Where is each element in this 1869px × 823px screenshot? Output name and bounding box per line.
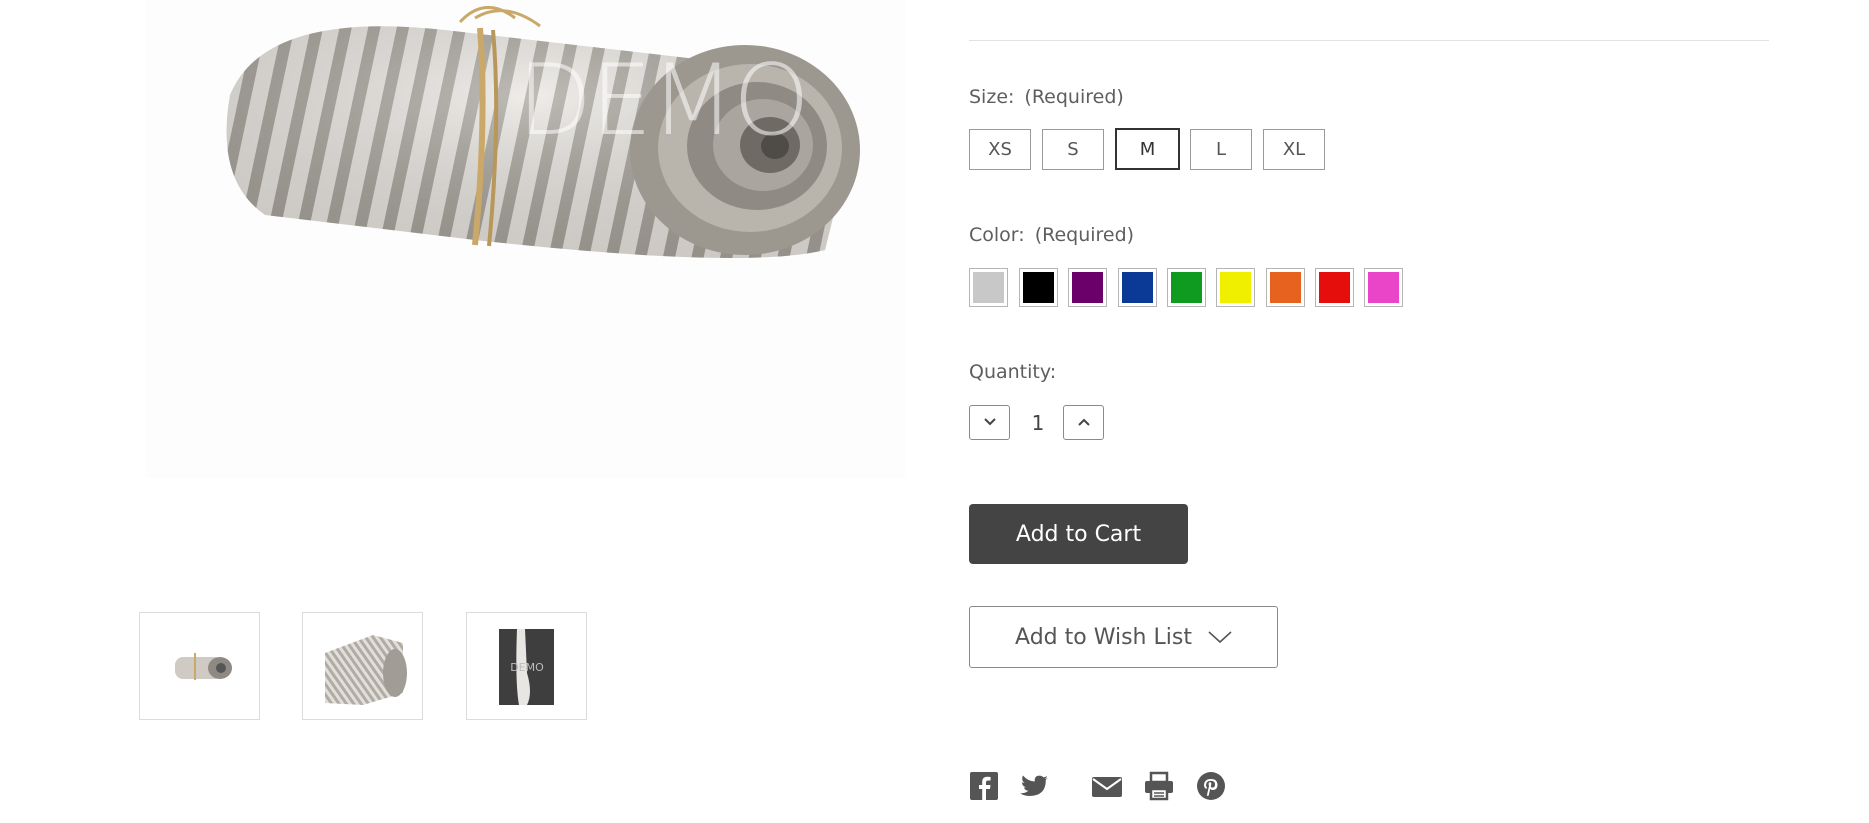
size-option-xl[interactable]: XL — [1263, 129, 1325, 170]
thumbnail-watermark: DEMO — [510, 661, 544, 674]
color-swatch-purple[interactable] — [1068, 268, 1107, 307]
color-swatch-blue[interactable] — [1118, 268, 1157, 307]
size-option-s[interactable]: S — [1042, 129, 1104, 170]
size-option-m[interactable]: M — [1115, 128, 1180, 170]
size-label: Size: (Required) — [969, 86, 1124, 108]
chevron-down-icon — [984, 418, 996, 426]
print-icon[interactable] — [1143, 770, 1173, 802]
email-icon[interactable] — [1091, 770, 1122, 802]
color-swatch-green[interactable] — [1167, 268, 1206, 307]
color-required-note: (Required) — [1034, 224, 1135, 246]
color-label: Color: (Required) — [969, 224, 1135, 246]
size-required-note: (Required) — [1024, 86, 1124, 108]
twitter-icon[interactable] — [1018, 770, 1048, 802]
add-to-cart-button[interactable]: Add to Cart — [969, 504, 1188, 564]
thumbnail-3[interactable]: DEMO — [466, 612, 587, 720]
thumbnail-2[interactable] — [302, 612, 423, 720]
size-option-xs[interactable]: XS — [969, 129, 1031, 170]
quantity-increase-button[interactable] — [1063, 405, 1104, 440]
color-swatch-yellow[interactable] — [1216, 268, 1255, 307]
add-to-wishlist-button[interactable]: Add to Wish List — [969, 606, 1278, 668]
add-to-wishlist-label: Add to Wish List — [1015, 624, 1192, 650]
color-swatch-red[interactable] — [1315, 268, 1354, 307]
color-swatch-orange[interactable] — [1266, 268, 1305, 307]
section-divider — [969, 40, 1769, 41]
pinterest-icon[interactable] — [1195, 770, 1225, 802]
color-swatch-silver[interactable] — [969, 268, 1008, 307]
chevron-down-icon — [1208, 631, 1232, 644]
color-swatch-black[interactable] — [1019, 268, 1058, 307]
color-swatch-pink[interactable] — [1364, 268, 1403, 307]
quantity-label: Quantity: — [969, 361, 1057, 383]
size-option-l[interactable]: L — [1190, 129, 1252, 170]
product-main-image[interactable]: DEMO — [145, 0, 905, 478]
thumbnail-1[interactable] — [139, 612, 260, 720]
quantity-input[interactable]: 1 — [1024, 408, 1052, 438]
chevron-up-icon — [1078, 418, 1090, 426]
quantity-decrease-button[interactable] — [969, 405, 1010, 440]
facebook-icon[interactable] — [969, 770, 999, 802]
